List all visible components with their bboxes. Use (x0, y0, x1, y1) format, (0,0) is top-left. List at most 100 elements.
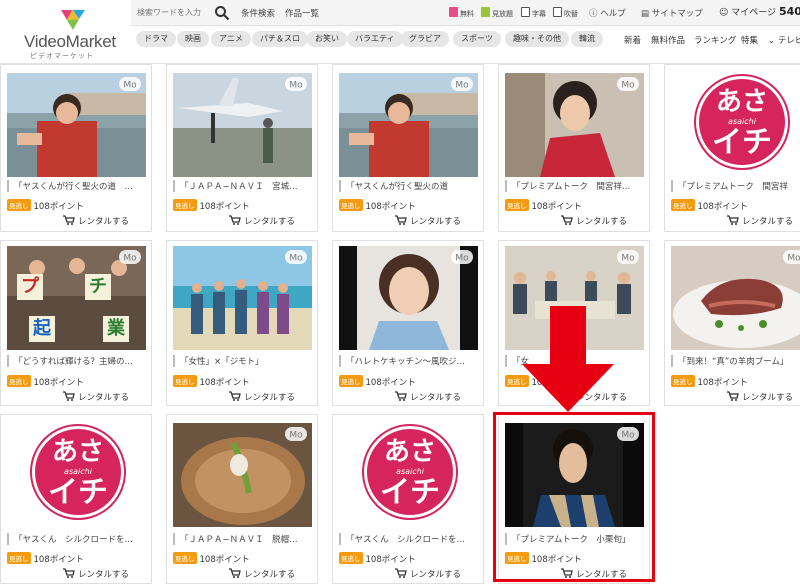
user-icon: ☺ (719, 8, 729, 18)
rent-button[interactable]: レンタルする (561, 215, 627, 227)
video-title[interactable]: 「ＪＡＰＡ−ＮＡＶＩ 宮城… (173, 180, 312, 192)
missed-badge: 見逃し (671, 199, 695, 211)
video-card[interactable]: 「プレミアムトーク 間宮祥… 見逃し 108ポイント レンタルする (498, 64, 650, 232)
video-card[interactable]: 「女性」×「ジモト」 見逃し 108ポイント レンタルする (166, 240, 318, 406)
video-card[interactable]: 「到来！“真”の羊肉ブーム」 見逃し 108ポイント レンタルする (664, 240, 800, 406)
category-anime[interactable]: アニメ (211, 31, 251, 47)
video-thumbnail[interactable] (173, 246, 312, 350)
price-row: 見逃し108ポイント (339, 199, 416, 212)
cart-icon (229, 391, 241, 401)
title-list-link[interactable]: 作品一覧 (285, 7, 319, 19)
missed-badge: 見逃し (173, 552, 197, 564)
category-comedy[interactable]: お笑い (307, 31, 347, 47)
video-title[interactable]: 「どうすれば輝ける？主婦の… (7, 355, 146, 367)
price-row: 見逃し108ポイント (7, 199, 84, 212)
rent-button[interactable]: レンタルする (63, 215, 129, 227)
category-pachislot[interactable]: パチ＆スロ (252, 31, 308, 47)
video-card[interactable]: あさ asaichi イチ 「ヤスくん シルクロードを… 見逃し 108ポイント … (0, 414, 152, 584)
nav-tv[interactable]: ⌄ テレビ (768, 34, 800, 46)
price-row: 見逃し108ポイント (505, 199, 582, 212)
video-card[interactable]: あさ asaichi イチ 「プレミアムトーク 間宮祥 見逃し 108ポイント レ… (664, 64, 800, 232)
category-hobby[interactable]: 趣味・その他 (505, 31, 569, 47)
search-icon[interactable] (214, 5, 230, 21)
nav-ranking[interactable]: ランキング (694, 34, 736, 46)
subtitle-link[interactable]: 字幕 (521, 7, 546, 19)
video-title[interactable]: 「到来！“真”の羊肉ブーム」 (671, 355, 800, 367)
category-drama[interactable]: ドラマ (136, 31, 176, 47)
price-row: 見逃し108ポイント (173, 375, 250, 388)
nav-feature[interactable]: 特集 (741, 34, 758, 46)
help-link[interactable]: ⓘ ヘルプ (589, 7, 626, 19)
advanced-search-link[interactable]: 条件検索 (241, 7, 275, 19)
price: 108ポイント (531, 202, 582, 212)
category-variety[interactable]: バラエティ (347, 31, 403, 47)
missed-badge: 見逃し (671, 375, 695, 387)
video-title[interactable]: 「ＪＡＰＡ−ＮＡＶＩ 脱帽… (173, 533, 312, 545)
dubbed-icon (553, 7, 562, 17)
video-thumbnail[interactable] (505, 73, 644, 177)
asaichi-thumbnail[interactable]: あさ asaichi イチ (671, 73, 800, 177)
rent-button[interactable]: レンタルする (63, 568, 129, 580)
videomarket-logo[interactable]: VideoMarket ビデオマーケット (18, 4, 128, 62)
sitemap-link[interactable]: ▤ サイトマップ (641, 7, 703, 19)
category-gravure[interactable]: グラビア (401, 31, 449, 47)
sign-pu: プ (17, 274, 43, 300)
category-movie[interactable]: 映画 (177, 31, 209, 47)
video-title[interactable]: 「ヤスくんが行く聖火の道 … (7, 180, 146, 192)
video-thumbnail[interactable] (339, 73, 478, 177)
rent-button[interactable]: レンタルする (229, 391, 295, 403)
video-title[interactable]: 「ヤスくんが行く聖火の道 (339, 180, 478, 192)
video-title[interactable]: 「女性」×「ジモト」 (173, 355, 312, 367)
video-title[interactable]: 「プレミアムトーク 間宮祥… (505, 180, 644, 192)
cart-icon (229, 568, 241, 578)
unlimited-link[interactable]: 見放題 (481, 7, 513, 19)
video-card[interactable]: あさ asaichi イチ 「ヤスくん シルクロードを… 見逃し 108ポイント … (332, 414, 484, 584)
video-card[interactable]: 「ＪＡＰＡ−ＮＡＶＩ 宮城… 見逃し 108ポイント レンタルする (166, 64, 318, 232)
nav-free[interactable]: 無料作品 (651, 34, 685, 46)
sitemap-icon: ▤ (641, 9, 650, 19)
nav-new[interactable]: 新着 (624, 34, 641, 46)
free-link[interactable]: 無料 (449, 7, 474, 19)
mypage-link[interactable]: ☺ マイページ 540p (719, 5, 800, 18)
asaichi-logo: あさ asaichi イチ (696, 76, 788, 168)
price: 108ポイント (365, 378, 416, 388)
rent-button[interactable]: レンタルする (395, 391, 461, 403)
video-title[interactable]: 「プレミアムトーク 間宮祥 (671, 180, 800, 192)
highlight-frame (493, 412, 655, 582)
rent-button[interactable]: レンタルする (727, 215, 793, 227)
asaichi-thumbnail[interactable]: あさ asaichi イチ (339, 423, 478, 527)
cart-icon (395, 391, 407, 401)
video-card[interactable]: 「ヤスくんが行く聖火の道 … 見逃し 108ポイント レンタルする (0, 64, 152, 232)
video-thumbnail[interactable]: プ チ 起 業 (7, 246, 146, 350)
unlimited-icon (481, 7, 490, 17)
video-thumbnail[interactable] (173, 423, 312, 527)
logo-mark-icon (61, 10, 85, 30)
rent-button[interactable]: レンタルする (395, 568, 461, 580)
video-title[interactable]: 「ヤスくん シルクロードを… (339, 533, 478, 545)
category-korean[interactable]: 韓流 (571, 31, 603, 47)
video-thumbnail[interactable] (671, 246, 800, 350)
asaichi-thumbnail[interactable]: あさ asaichi イチ (7, 423, 146, 527)
rent-button[interactable]: レンタルする (229, 568, 295, 580)
price-row: 見逃し108ポイント (7, 375, 84, 388)
rent-button[interactable]: レンタルする (395, 215, 461, 227)
rent-button[interactable]: レンタルする (63, 391, 129, 403)
video-thumbnail[interactable] (173, 73, 312, 177)
video-card[interactable]: 「ハレトケキッチン〜風吹ジ… 見逃し 108ポイント レンタルする (332, 240, 484, 406)
video-card[interactable]: 「ヤスくんが行く聖火の道 見逃し 108ポイント レンタルする (332, 64, 484, 232)
rent-button[interactable]: レンタルする (229, 215, 295, 227)
video-card[interactable]: 「ＪＡＰＡ−ＮＡＶＩ 脱帽… 見逃し 108ポイント レンタルする (166, 414, 318, 584)
category-sports[interactable]: スポーツ (453, 31, 501, 47)
missed-badge: 見逃し (7, 199, 31, 211)
video-title[interactable]: 「ハレトケキッチン〜風吹ジ… (339, 355, 478, 367)
video-title[interactable]: 「ヤスくん シルクロードを… (7, 533, 146, 545)
cart-icon (229, 215, 241, 225)
free-icon (449, 7, 458, 17)
rent-button[interactable]: レンタルする (727, 391, 793, 403)
dubbed-link[interactable]: 吹替 (553, 7, 578, 19)
video-thumbnail[interactable] (7, 73, 146, 177)
price: 108ポイント (199, 378, 250, 388)
video-thumbnail[interactable] (339, 246, 478, 350)
cart-icon (395, 568, 407, 578)
video-card[interactable]: プ チ 起 業 「どうすれば輝ける？主婦の… 見逃し 108ポイント レンタルする (0, 240, 152, 406)
